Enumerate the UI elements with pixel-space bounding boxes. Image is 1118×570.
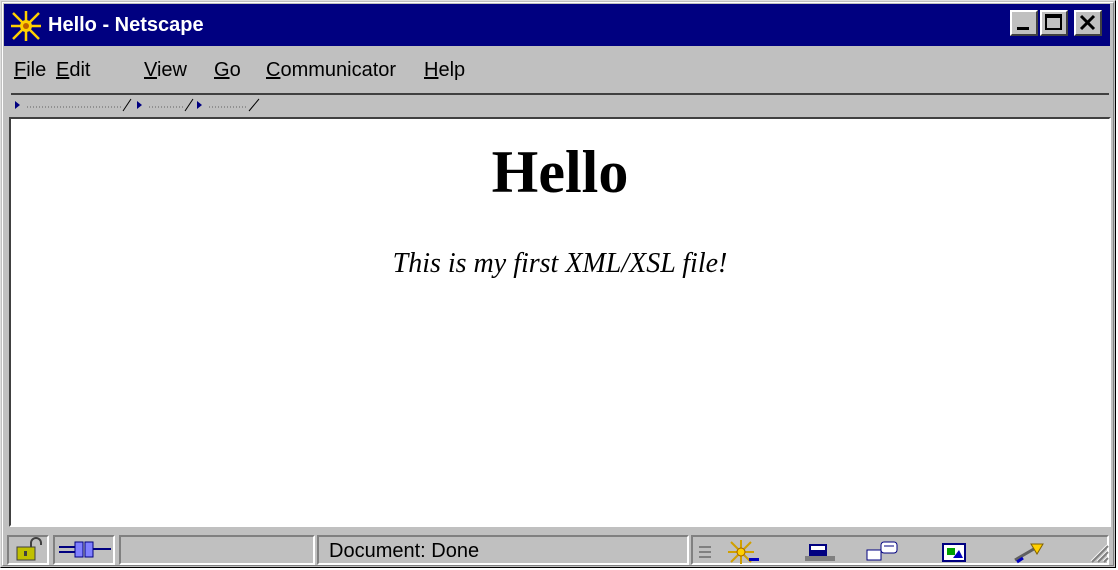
status-bar: Document: Done xyxy=(7,533,1111,565)
page-heading: Hello xyxy=(491,139,629,205)
discussions-icon[interactable] xyxy=(865,539,901,567)
online-connector-icon xyxy=(59,541,111,558)
menu-communicator[interactable]: Communicator xyxy=(266,59,396,81)
connection-cell[interactable] xyxy=(53,535,115,565)
close-button[interactable] xyxy=(1074,10,1102,36)
collapsed-toolbars xyxy=(11,93,1109,118)
status-message-cell: Document: Done xyxy=(317,535,689,565)
page-content: Hello This is my first XML/XSL file! xyxy=(9,117,1111,527)
progress-cell xyxy=(119,535,315,565)
menu-help[interactable]: Help xyxy=(424,59,465,81)
menu-view[interactable]: View xyxy=(144,59,187,81)
netscape-logo-icon[interactable] xyxy=(10,10,42,42)
maximize-button[interactable] xyxy=(1040,10,1068,36)
component-bar xyxy=(691,535,1109,565)
personal-toolbar-grip[interactable] xyxy=(195,98,265,112)
minimize-button[interactable] xyxy=(1010,10,1038,36)
menu-bar: File Edit View Go Communicator Help xyxy=(4,49,1110,89)
title-bar[interactable]: Hello - Netscape xyxy=(4,4,1110,46)
navigator-icon[interactable] xyxy=(727,539,761,567)
location-toolbar-grip[interactable] xyxy=(135,98,195,112)
menu-go[interactable]: Go xyxy=(214,59,241,81)
unlocked-padlock-icon xyxy=(16,537,42,561)
calendar-icon[interactable] xyxy=(1009,539,1049,567)
navigation-toolbar-grip[interactable] xyxy=(13,98,135,112)
close-icon xyxy=(1079,14,1096,31)
status-text: Document: Done xyxy=(329,540,480,562)
maximize-icon xyxy=(1045,14,1062,30)
component-bar-grip-icon[interactable] xyxy=(697,539,713,567)
minimize-icon xyxy=(1017,27,1029,30)
composer-icon[interactable] xyxy=(939,539,973,567)
page-paragraph: This is my first XML/XSL file! xyxy=(392,248,728,279)
menu-file[interactable]: File xyxy=(14,59,46,81)
browser-window: Hello - Netscape File Edit View Go Commu… xyxy=(0,0,1116,568)
window-title: Hello - Netscape xyxy=(48,14,204,36)
menu-edit[interactable]: Edit xyxy=(56,59,90,81)
mailbox-icon[interactable] xyxy=(803,539,837,567)
security-cell[interactable] xyxy=(7,535,49,565)
resize-grip-icon[interactable] xyxy=(1087,541,1109,563)
